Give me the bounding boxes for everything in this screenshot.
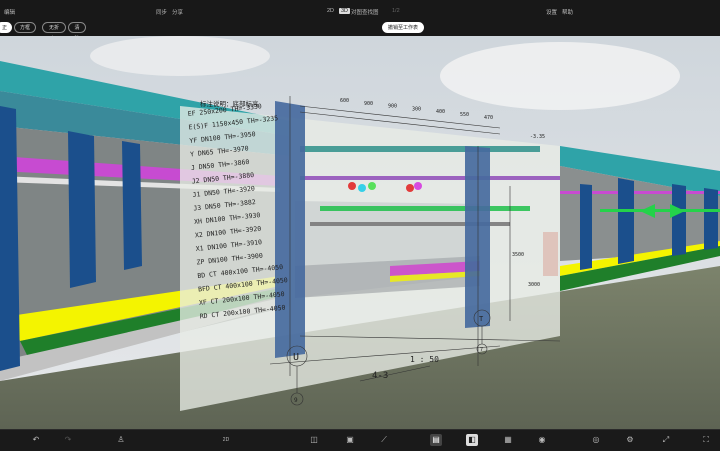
model-viewport[interactable]: 标注说明：底部标高 EF 250x200 TH=-3330 E(S)F 1150x…: [0, 36, 720, 429]
dimension-label: 400: [436, 109, 445, 115]
view-name: 对图查找图: [351, 10, 379, 16]
undo-icon[interactable]: ↶: [30, 434, 42, 446]
dimension-label: 300: [412, 106, 421, 112]
settings-button[interactable]: 设置: [546, 8, 557, 16]
tab-plan[interactable]: 方框: [14, 22, 36, 33]
page-label: 2D: [222, 437, 230, 443]
dimension-label: 900: [388, 104, 397, 110]
fullscreen-icon[interactable]: ⛶: [700, 434, 712, 446]
edit-menu[interactable]: 编辑: [4, 8, 15, 16]
tab-layer[interactable]: 无折标: [42, 22, 66, 42]
dimension-label: 900: [364, 101, 373, 107]
grid-icon[interactable]: ▦: [502, 434, 514, 446]
expand-icon[interactable]: ⤢: [660, 434, 672, 446]
dimension-label: 600: [340, 98, 349, 104]
page-indicator: 1/2: [392, 8, 400, 14]
redo-icon[interactable]: ↷: [62, 434, 74, 446]
sheet-overlay-icon[interactable]: ▤: [430, 434, 442, 446]
section-label: 4-3: [372, 371, 388, 381]
section-box-icon[interactable]: ▣: [344, 434, 356, 446]
view-3d-toggle[interactable]: 3D: [339, 8, 351, 14]
measure-icon[interactable]: ⟋: [378, 434, 390, 446]
dimension-label: 470: [484, 115, 493, 121]
bottom-toolbar: ↶ ↷ ♙ 2D ◫ ▣ ⟋ ▤ ◧ ▦ ◉ ◎ ⚙ ⤢ ⛶: [0, 429, 720, 451]
view-2d-toggle[interactable]: 2D: [327, 8, 334, 14]
camera-icon[interactable]: ◉: [536, 434, 548, 446]
tab-clear[interactable]: 清除: [68, 22, 86, 42]
help-button[interactable]: 帮助: [562, 8, 573, 16]
elevation-small: 3000: [528, 282, 540, 288]
axis-t-sub: 7: [480, 347, 483, 353]
axis-u-sub: 9: [294, 397, 298, 404]
person-icon[interactable]: ♙: [115, 434, 127, 446]
share-button[interactable]: 分享: [172, 8, 183, 16]
top-toolbar: 编辑 同步 分享 2D 3D 对图查找图 1/2 设置 帮助 正面 方框 无折标…: [0, 0, 720, 42]
elevation-label: -3.35: [530, 134, 545, 140]
tab-front[interactable]: 正面: [0, 22, 12, 42]
eye-icon[interactable]: ◎: [590, 434, 602, 446]
scale-label: 1 : 50: [410, 355, 439, 364]
settings-icon[interactable]: ⚙: [624, 434, 636, 446]
column-t: [465, 146, 490, 328]
dimension-label: 550: [460, 112, 469, 118]
axis-u-label: U: [293, 352, 299, 363]
center-action-pill[interactable]: 撤销至工作表: [382, 22, 424, 33]
dim-vertical: 3500: [512, 252, 524, 258]
layer-icon[interactable]: ◧: [466, 434, 478, 446]
cube-icon[interactable]: ◫: [308, 434, 320, 446]
viewport-scene: 标注说明：底部标高 EF 250x200 TH=-3330E(S)F 1150x…: [0, 36, 720, 429]
sync-button[interactable]: 同步: [156, 8, 167, 16]
